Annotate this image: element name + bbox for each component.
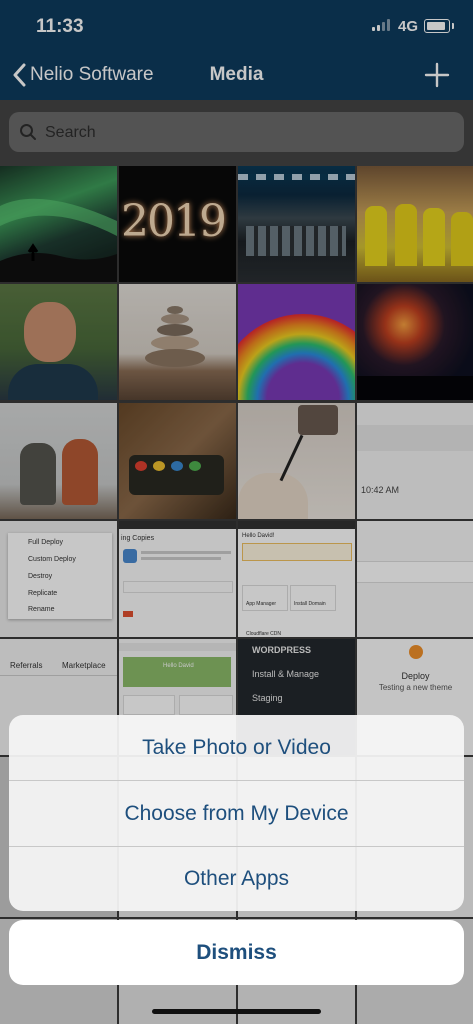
- status-time: 11:33: [36, 16, 84, 37]
- media-thumbnail-aurora[interactable]: [0, 166, 117, 282]
- action-sheet: Take Photo or Video Choose from My Devic…: [9, 715, 464, 911]
- thumb-text: WORDPRESS: [252, 645, 312, 655]
- thumb-text: Hello David: [163, 663, 194, 669]
- thumb-text: App Manager: [246, 601, 277, 607]
- media-thumbnail-hello-david[interactable]: Hello David! App Manager Install Domain …: [238, 521, 355, 637]
- sparkler-text: 2019: [121, 196, 227, 247]
- thumb-text: Full Deploy: [28, 539, 64, 546]
- thumb-text: Deploy: [401, 671, 430, 681]
- media-thumbnail-two-people[interactable]: [0, 403, 117, 519]
- thumb-text: Replicate: [28, 590, 58, 597]
- page-title: Media: [209, 64, 264, 85]
- media-thumbnail-writing[interactable]: [238, 403, 355, 519]
- thumb-text: Rename: [28, 606, 55, 613]
- thumb-text: Install Domain: [294, 601, 326, 607]
- media-thumbnail-stones[interactable]: [119, 284, 236, 400]
- other-apps-button[interactable]: Other Apps: [9, 846, 464, 911]
- search-bar[interactable]: [9, 112, 464, 152]
- aurora-image: [0, 198, 117, 282]
- thumb-text: Staging: [252, 693, 283, 703]
- dismiss-button[interactable]: Dismiss: [9, 920, 464, 985]
- thumb-text: Referrals: [10, 661, 43, 670]
- media-thumbnail-deploy-menu[interactable]: Full Deploy Custom Deploy Destroy Replic…: [0, 521, 117, 637]
- media-thumbnail-team[interactable]: [357, 166, 473, 282]
- thumb-text: Hello David!: [242, 533, 275, 539]
- media-thumbnail-placeholder[interactable]: [357, 521, 473, 637]
- media-thumbnail-screenshot-time[interactable]: 10:42 AM opy eme: [357, 403, 473, 519]
- thumb-text: ing Copies: [121, 535, 155, 542]
- choose-from-device-button[interactable]: Choose from My Device: [9, 781, 464, 846]
- thumb-text: Install & Manage: [252, 669, 320, 679]
- thumb-text: 10:42 AM: [361, 485, 400, 495]
- thumb-text: Marketplace: [62, 661, 106, 670]
- media-thumbnail-smiling-man[interactable]: [0, 284, 117, 400]
- search-icon: [20, 124, 36, 140]
- thumb-text: Testing a new theme: [378, 683, 453, 692]
- media-thumbnail-rainbow[interactable]: [238, 284, 355, 400]
- search-input[interactable]: [43, 119, 447, 147]
- add-icon[interactable]: [424, 62, 450, 88]
- thumb-text: Destroy: [28, 573, 53, 580]
- home-indicator: [152, 1009, 321, 1014]
- thumb-text: Cloudflare CDN: [246, 631, 282, 637]
- network-type: 4G: [398, 18, 419, 35]
- status-bar: 11:33 4G: [0, 0, 473, 50]
- media-thumbnail-paint[interactable]: [119, 403, 236, 519]
- media-thumbnail-fireworks[interactable]: [357, 284, 473, 400]
- media-thumbnail-sparkler[interactable]: 2019: [119, 166, 236, 282]
- battery-icon: [424, 19, 454, 33]
- media-thumbnail-control-room[interactable]: [238, 166, 355, 282]
- search-area: [0, 100, 473, 166]
- thumb-text: Custom Deploy: [28, 556, 76, 563]
- signal-icon: [372, 19, 392, 31]
- media-thumbnail-staging-copies[interactable]: ing Copies: [119, 521, 236, 637]
- take-photo-button[interactable]: Take Photo or Video: [9, 715, 464, 780]
- navigation-bar: Nelio Software Media: [0, 50, 473, 100]
